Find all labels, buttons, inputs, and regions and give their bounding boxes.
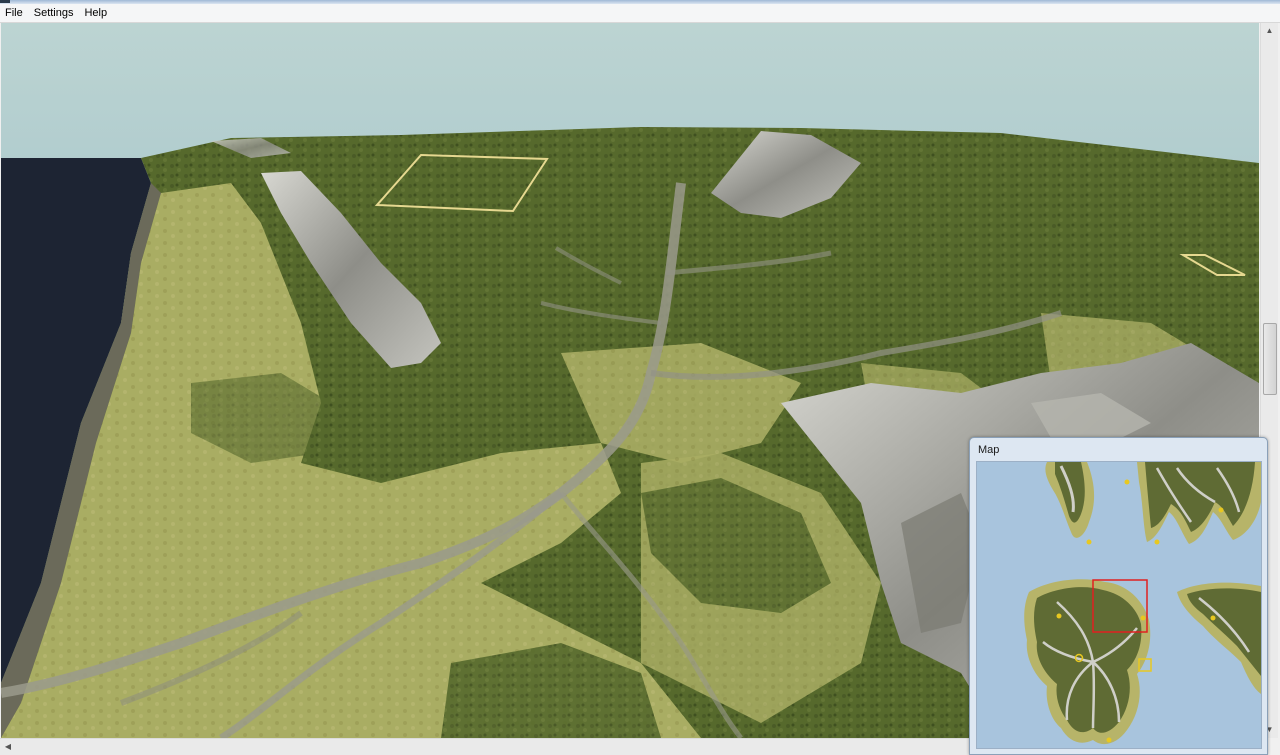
map-panel[interactable]: Map [969, 437, 1268, 755]
menu-settings[interactable]: Settings [29, 4, 80, 22]
scroll-left-icon[interactable]: ◀ [0, 739, 16, 755]
map-panel-title: Map [978, 444, 1000, 456]
menu-help[interactable]: Help [79, 4, 113, 22]
menu-bar: File Settings Help [0, 4, 1280, 23]
vertical-scroll-thumb[interactable] [1263, 323, 1277, 395]
app-icon [0, 0, 10, 3]
minimap-render [977, 462, 1261, 748]
minimap[interactable] [976, 461, 1262, 749]
scroll-up-icon[interactable]: ▲ [1261, 23, 1278, 39]
menu-file[interactable]: File [0, 4, 29, 22]
